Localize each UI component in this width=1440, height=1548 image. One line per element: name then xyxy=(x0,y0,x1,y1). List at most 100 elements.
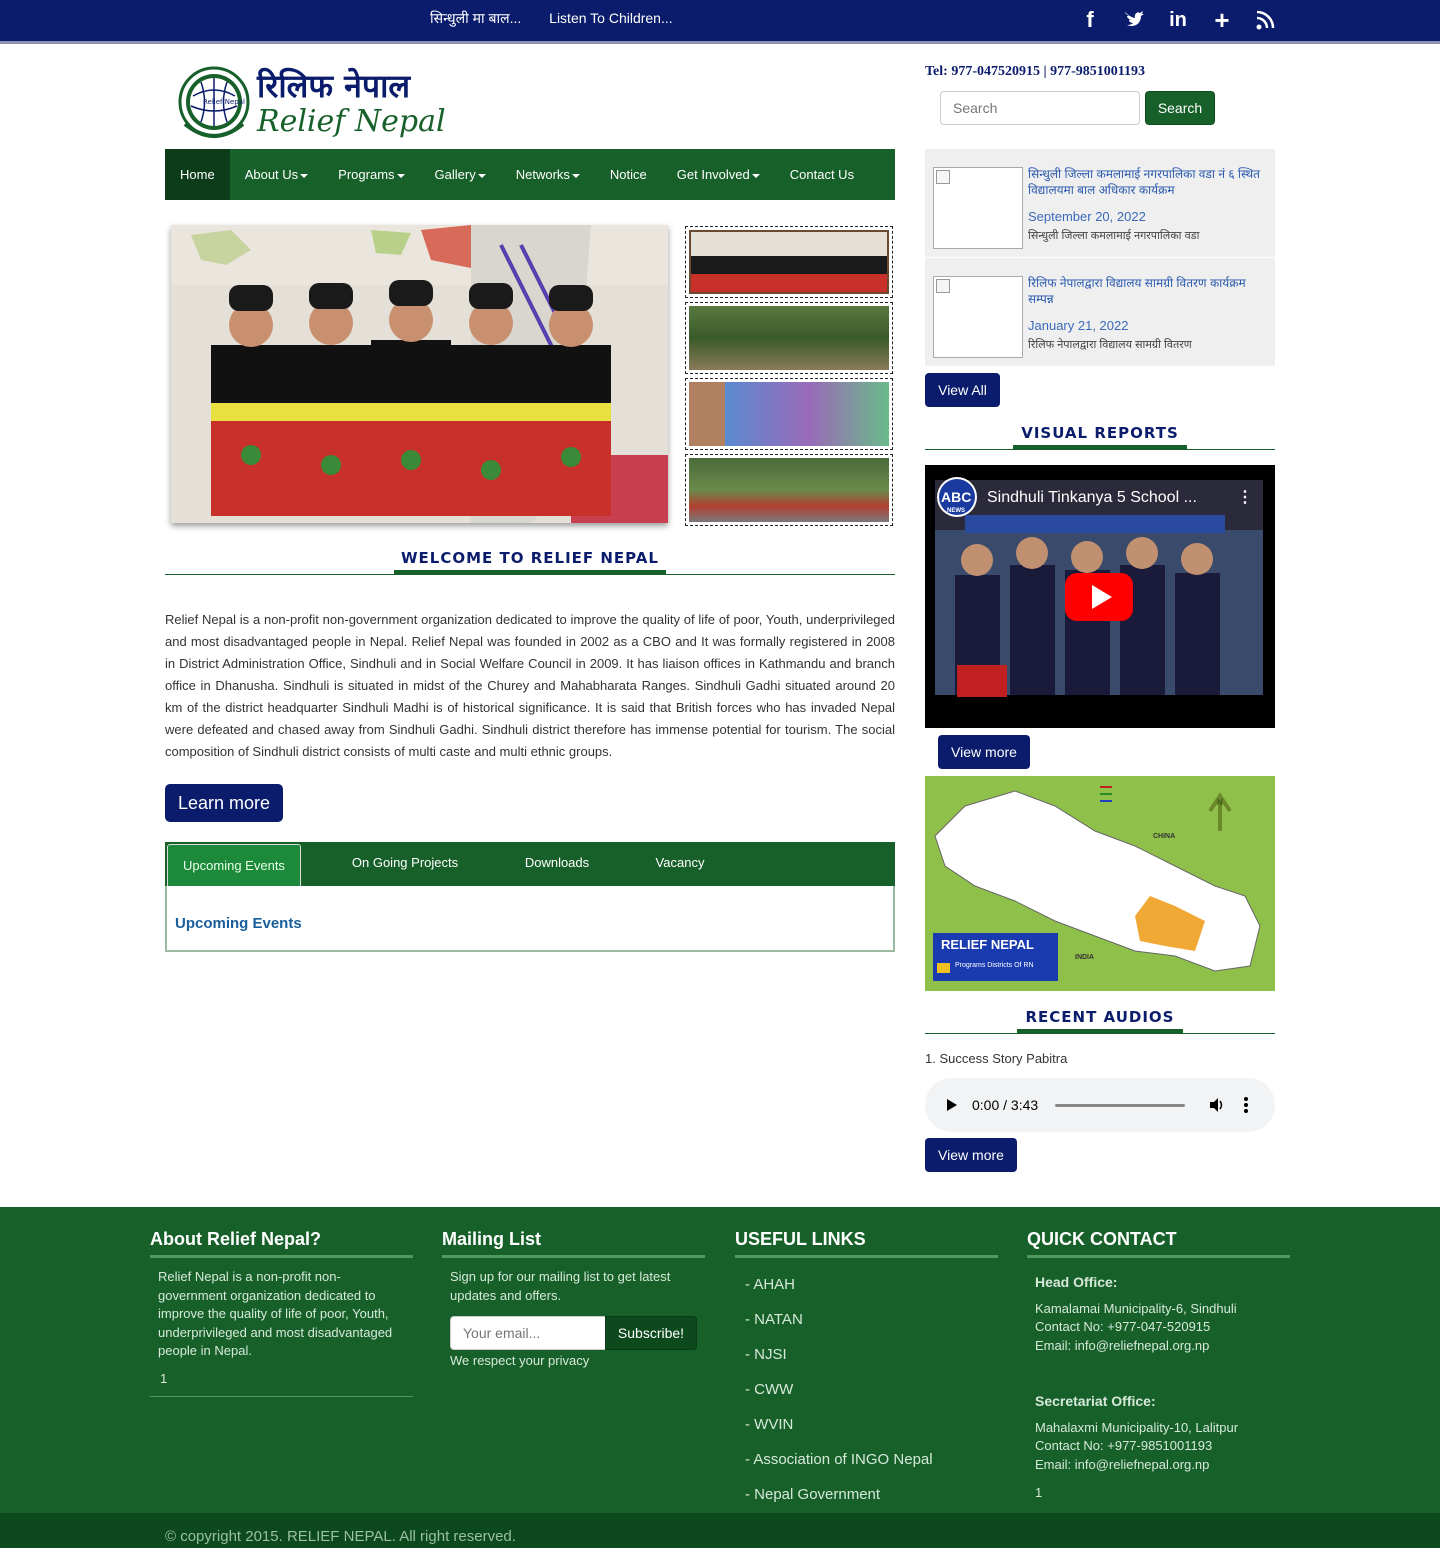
learn-more-button[interactable]: Learn more xyxy=(165,784,283,822)
ticker-item[interactable]: Listen To Children... xyxy=(549,10,672,26)
footer-link[interactable]: - WVIN xyxy=(745,1416,793,1433)
more-options-icon: ⋮ xyxy=(1237,489,1253,506)
map-north-label: N xyxy=(1217,798,1223,807)
top-bar: सिन्धुली मा बाल... Listen To Children...… xyxy=(0,0,1440,44)
head-office-address: Kamalamai Municipality-6, Sindhuli xyxy=(1035,1300,1237,1316)
divider xyxy=(925,449,1275,450)
footer-links: USEFUL LINKS xyxy=(735,1229,998,1258)
news-item[interactable]: सिन्धुली जिल्ला कमलामाई नगरपालिका वडा नं… xyxy=(925,149,1275,257)
privacy-note: We respect your privacy xyxy=(450,1353,590,1368)
more-options-icon[interactable] xyxy=(1243,1096,1249,1114)
slider-main-image[interactable] xyxy=(171,225,668,523)
nav-item-notice[interactable]: Notice xyxy=(595,149,662,200)
subscribe-form: Subscribe! xyxy=(450,1316,705,1352)
play-icon[interactable] xyxy=(945,1098,959,1112)
facebook-icon[interactable]: f xyxy=(1078,6,1102,34)
social-links: f in + xyxy=(1078,6,1278,34)
audio-progress-bar[interactable] xyxy=(1055,1104,1185,1107)
footer-link[interactable]: - Nepal Government xyxy=(745,1486,880,1503)
nav-item-networks[interactable]: Networks xyxy=(501,149,595,200)
news-thumbnail[interactable] xyxy=(933,167,1023,249)
slider-thumb[interactable] xyxy=(685,302,893,374)
site-logo[interactable]: Relief Nepal रिलिफ नेपाल Relief Nepal xyxy=(175,64,460,142)
news-title[interactable]: सिन्धुली जिल्ला कमलामाई नगरपालिका वडा नं… xyxy=(1028,166,1260,198)
divider xyxy=(925,1033,1275,1034)
linkedin-icon[interactable]: in xyxy=(1166,6,1190,34)
audio-time: 0:00 / 3:43 xyxy=(972,1097,1039,1113)
footer-about: About Relief Nepal? Relief Nepal is a no… xyxy=(150,1229,413,1397)
nav-item-home[interactable]: Home xyxy=(165,149,230,200)
nav-item-programs[interactable]: Programs xyxy=(323,149,419,200)
nav-item-get-involved[interactable]: Get Involved xyxy=(662,149,775,200)
map-china-label: CHINA xyxy=(1153,833,1176,840)
caret-down-icon xyxy=(571,173,580,178)
program-districts-map[interactable]: RELIEF NEPAL Programs Districts Of RN CH… xyxy=(925,776,1275,991)
news-date: January 21, 2022 xyxy=(1028,318,1129,333)
volume-icon[interactable] xyxy=(1208,1096,1226,1114)
footer-mailing: Mailing List Sign up for our mailing lis… xyxy=(442,1229,705,1371)
footer-link[interactable]: - Association of INGO Nepal xyxy=(745,1451,933,1468)
view-more-audios-button[interactable]: View more xyxy=(925,1138,1017,1172)
head-office-email[interactable]: Email: info@reliefnepal.org.np xyxy=(1035,1337,1282,1356)
main-nav: Home About Us Programs Gallery Networks … xyxy=(165,149,895,200)
caret-down-icon xyxy=(300,173,309,178)
subscribe-button[interactable]: Subscribe! xyxy=(605,1316,697,1350)
footer-contact-count: 1 xyxy=(1035,1485,1043,1500)
search-button[interactable]: Search xyxy=(1145,91,1215,125)
recent-audios-title: RECENT AUDIOS xyxy=(1025,1008,1175,1026)
video-player[interactable]: ABC NEWS ⋮ Sindhuli Tinkanya 5 School ..… xyxy=(925,465,1275,728)
footer-link[interactable]: - AHAH xyxy=(745,1276,795,1293)
broken-image-icon xyxy=(936,170,950,184)
twitter-icon[interactable] xyxy=(1122,6,1146,34)
tab-upcoming-events[interactable]: Upcoming Events xyxy=(167,844,301,886)
footer-contact-heading: QUICK CONTACT xyxy=(1027,1229,1290,1258)
head-office-phone: Contact No: +977-047-520915 xyxy=(1035,1319,1211,1334)
divider xyxy=(165,574,895,575)
footer-link[interactable]: - NATAN xyxy=(745,1311,803,1328)
copyright-bar: © copyright 2015. RELIEF NEPAL. All righ… xyxy=(0,1513,1440,1548)
audio-player[interactable]: 0:00 / 3:43 xyxy=(925,1078,1275,1132)
news-thumbnail[interactable] xyxy=(933,276,1023,358)
footer-links-heading: USEFUL LINKS xyxy=(735,1229,998,1258)
view-more-videos-button[interactable]: View more xyxy=(938,735,1030,769)
view-all-news-button[interactable]: View All xyxy=(925,373,1000,407)
footer-about-heading: About Relief Nepal? xyxy=(150,1229,413,1258)
video-logo-text: ABC xyxy=(941,489,971,505)
nav-item-contact[interactable]: Contact Us xyxy=(775,149,869,200)
news-date: September 20, 2022 xyxy=(1028,209,1146,224)
logo-english-text: Relief Nepal xyxy=(257,104,446,139)
tab-downloads[interactable]: Downloads xyxy=(509,842,605,884)
audio-title: 1. Success Story Pabitra xyxy=(925,1051,1068,1066)
slider-thumb[interactable] xyxy=(685,226,893,298)
secretariat-office-phone: Contact No: +977-9851001193 xyxy=(1035,1438,1213,1453)
map-label: RELIEF NEPAL xyxy=(941,937,1034,952)
caret-down-icon xyxy=(477,173,486,178)
welcome-title: WELCOME TO RELIEF NEPAL xyxy=(401,549,659,567)
tab-ongoing-projects[interactable]: On Going Projects xyxy=(301,842,509,884)
news-item[interactable]: रिलिफ नेपालद्वारा विद्यालय सामग्री वितरण… xyxy=(925,258,1275,366)
video-title[interactable]: Sindhuli Tinkanya 5 School ... xyxy=(987,489,1197,507)
head-office-label: Head Office: xyxy=(1035,1274,1118,1290)
slider-thumb[interactable] xyxy=(685,378,893,450)
search-input[interactable] xyxy=(940,91,1140,125)
tab-vacancy[interactable]: Vacancy xyxy=(605,842,755,884)
google-plus-icon[interactable]: + xyxy=(1210,6,1234,34)
news-excerpt: सिन्धुली जिल्ला कमलामाई नगरपालिका वडा xyxy=(1028,230,1200,242)
email-field[interactable] xyxy=(450,1316,606,1350)
logo-badge-text: Relief Nepal xyxy=(203,98,245,106)
rss-icon[interactable] xyxy=(1254,6,1278,34)
secretariat-office-email[interactable]: Email: info@reliefnepal.org.np xyxy=(1035,1456,1282,1475)
tab-bar: Upcoming Events On Going Projects Downlo… xyxy=(165,842,895,886)
caret-down-icon xyxy=(751,173,760,178)
slider-thumb[interactable] xyxy=(685,454,893,526)
logo-nepali-text: रिलिफ नेपाल xyxy=(257,67,411,105)
ticker-item[interactable]: सिन्धुली मा बाल... xyxy=(430,10,521,26)
news-title[interactable]: रिलिफ नेपालद्वारा विद्यालय सामग्री वितरण… xyxy=(1028,275,1260,307)
secretariat-office-address: Mahalaxmi Municipality-10, Lalitpur xyxy=(1035,1419,1239,1435)
map-india-label: INDIA xyxy=(1075,954,1095,961)
footer-link[interactable]: - CWW xyxy=(745,1381,793,1398)
nav-item-gallery[interactable]: Gallery xyxy=(420,149,501,200)
nav-item-about[interactable]: About Us xyxy=(230,149,323,200)
footer-link[interactable]: - NJSI xyxy=(745,1346,787,1363)
video-logo-sub: NEWS xyxy=(947,508,965,514)
